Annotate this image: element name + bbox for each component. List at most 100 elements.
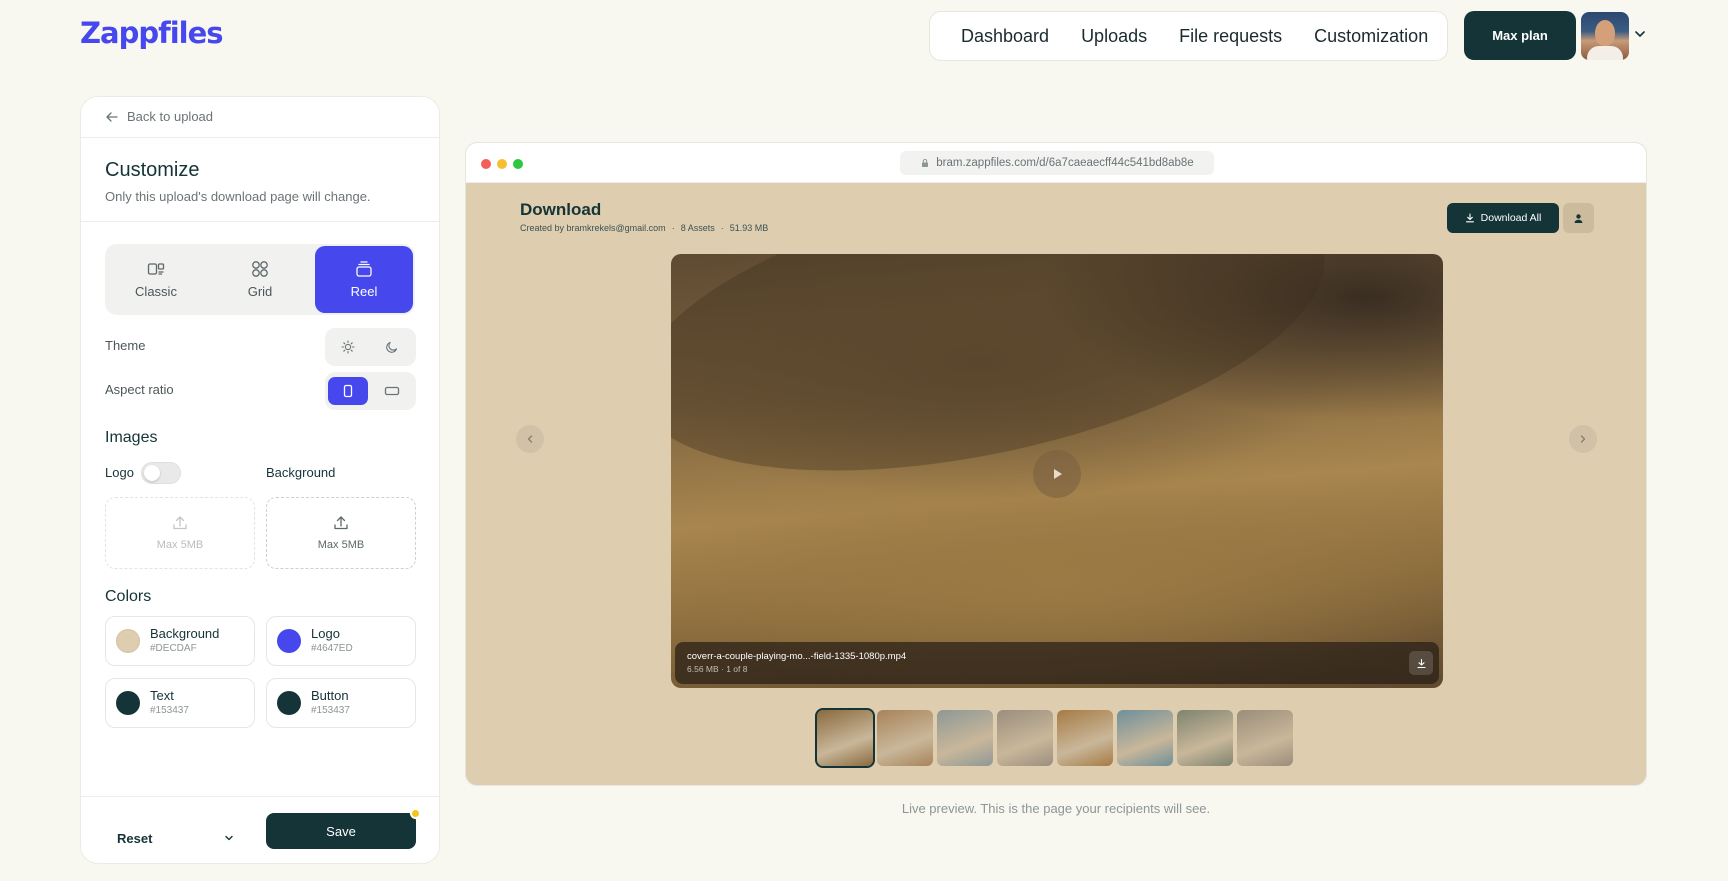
thumbnail[interactable]: [1177, 710, 1233, 766]
color-name: Background: [150, 626, 220, 641]
play-icon: [1054, 469, 1062, 479]
thumbnail[interactable]: [1057, 710, 1113, 766]
logo-toggle[interactable]: [141, 462, 181, 484]
layout-reel-label: Reel: [350, 284, 378, 299]
theme-label: Theme: [105, 338, 146, 353]
thumbnail[interactable]: [997, 710, 1053, 766]
nav-customization[interactable]: Customization: [1314, 26, 1428, 47]
thumbnail[interactable]: [815, 708, 875, 768]
logo-dropzone[interactable]: Max 5MB: [105, 497, 255, 569]
layout-classic-button[interactable]: Classic: [107, 246, 205, 313]
color-swatch: [277, 691, 301, 715]
video-frame-hill: [671, 254, 1351, 524]
arrow-left-icon: [106, 111, 118, 122]
brand-logo[interactable]: Zappfiles: [80, 16, 224, 50]
color-logo[interactable]: Logo #4647ED: [266, 616, 416, 666]
reel-layout-icon: [356, 261, 372, 277]
theme-toggle: [325, 328, 416, 366]
top-navigation: Dashboard Uploads File requests Customiz…: [929, 11, 1448, 61]
max-plan-button[interactable]: Max plan: [1464, 11, 1576, 60]
color-swatch: [116, 691, 140, 715]
save-button[interactable]: Save: [266, 813, 416, 849]
download-all-button[interactable]: Download All: [1447, 203, 1559, 233]
background-dropzone-hint: Max 5MB: [317, 539, 365, 551]
user-icon: [1574, 213, 1583, 223]
chevron-down-icon[interactable]: [1633, 27, 1647, 41]
lock-icon: [922, 159, 929, 167]
upload-icon: [334, 516, 348, 530]
color-swatch: [116, 629, 140, 653]
layout-reel-button[interactable]: Reel: [315, 246, 413, 313]
moon-icon: [386, 341, 398, 353]
thumbnail[interactable]: [1237, 710, 1293, 766]
background-label: Background: [266, 465, 336, 480]
upload-icon: [173, 516, 187, 530]
nav-uploads[interactable]: Uploads: [1081, 26, 1147, 47]
thumbnail-strip: [815, 708, 1293, 768]
images-section-title: Images: [105, 429, 158, 446]
download-all-label: Download All: [1480, 212, 1542, 224]
back-to-upload-link[interactable]: Back to upload: [105, 109, 213, 124]
download-icon: [1416, 658, 1426, 668]
unsaved-indicator: [410, 808, 421, 819]
aspect-landscape-button[interactable]: [372, 377, 412, 405]
panel-title: Customize: [105, 159, 200, 181]
color-swatch: [277, 629, 301, 653]
user-avatar[interactable]: [1581, 12, 1629, 60]
meta-separator: ·: [671, 223, 675, 233]
thumbnail[interactable]: [877, 710, 933, 766]
reset-dropdown[interactable]: Reset: [105, 820, 235, 856]
total-size: 51.93 MB: [729, 223, 769, 233]
account-button[interactable]: [1563, 203, 1594, 233]
window-minimize-dot: [497, 159, 507, 169]
download-meta: Created by bramkrekels@gmail.com · 8 Ass…: [520, 223, 768, 233]
color-name: Text: [150, 688, 174, 703]
layout-classic-label: Classic: [135, 284, 177, 299]
color-button[interactable]: Button #153437: [266, 678, 416, 728]
download-icon: [1465, 213, 1474, 223]
thumbnail[interactable]: [937, 710, 993, 766]
video-player[interactable]: coverr-a-couple-playing-mo...-field-1335…: [671, 254, 1443, 688]
reset-label: Reset: [117, 830, 153, 846]
divider: [81, 796, 439, 797]
landscape-icon: [384, 386, 400, 396]
color-background[interactable]: Background #DECDAF: [105, 616, 255, 666]
grid-layout-icon: [252, 261, 268, 277]
logo-label: Logo: [105, 465, 134, 480]
color-hex: #153437: [311, 705, 350, 716]
logo-dropzone-hint: Max 5MB: [156, 539, 204, 551]
color-hex: #DECDAF: [150, 643, 197, 654]
file-size: 6.56 MB: [687, 664, 719, 674]
color-name: Button: [311, 688, 349, 703]
divider: [81, 221, 439, 222]
theme-light-button[interactable]: [328, 333, 368, 361]
avatar-face: [1595, 20, 1615, 46]
panel-subtitle: Only this upload's download page will ch…: [105, 189, 371, 204]
color-hex: #4647ED: [311, 643, 353, 654]
theme-dark-button[interactable]: [372, 333, 412, 361]
previous-button[interactable]: [516, 425, 544, 453]
color-name: Logo: [311, 626, 340, 641]
layout-grid-button[interactable]: Grid: [211, 246, 309, 313]
file-download-button[interactable]: [1409, 651, 1433, 675]
aspect-portrait-button[interactable]: [328, 377, 368, 405]
background-dropzone[interactable]: Max 5MB: [266, 497, 416, 569]
play-button[interactable]: [1033, 450, 1081, 498]
file-position: 1 of 8: [726, 664, 748, 674]
meta-separator: ·: [720, 223, 724, 233]
customize-panel: Back to upload Customize Only this uploa…: [80, 96, 440, 864]
file-info-bar: coverr-a-couple-playing-mo...-field-1335…: [675, 642, 1439, 684]
asset-count: 8 Assets: [680, 223, 715, 233]
sun-icon: [341, 340, 355, 354]
file-details: 6.56 MB · 1 of 8: [687, 664, 748, 674]
nav-dashboard[interactable]: Dashboard: [961, 26, 1049, 47]
color-hex: #153437: [150, 705, 189, 716]
thumbnail[interactable]: [1117, 710, 1173, 766]
window-maximize-dot: [513, 159, 523, 169]
color-text[interactable]: Text #153437: [105, 678, 255, 728]
url-bar[interactable]: bram.zappfiles.com/d/6a7caeaecff44c541bd…: [900, 151, 1214, 175]
layout-selector: Classic Grid Reel: [105, 244, 415, 315]
nav-file-requests[interactable]: File requests: [1179, 26, 1282, 47]
next-button[interactable]: [1569, 425, 1597, 453]
created-by: Created by bramkrekels@gmail.com: [520, 223, 666, 233]
